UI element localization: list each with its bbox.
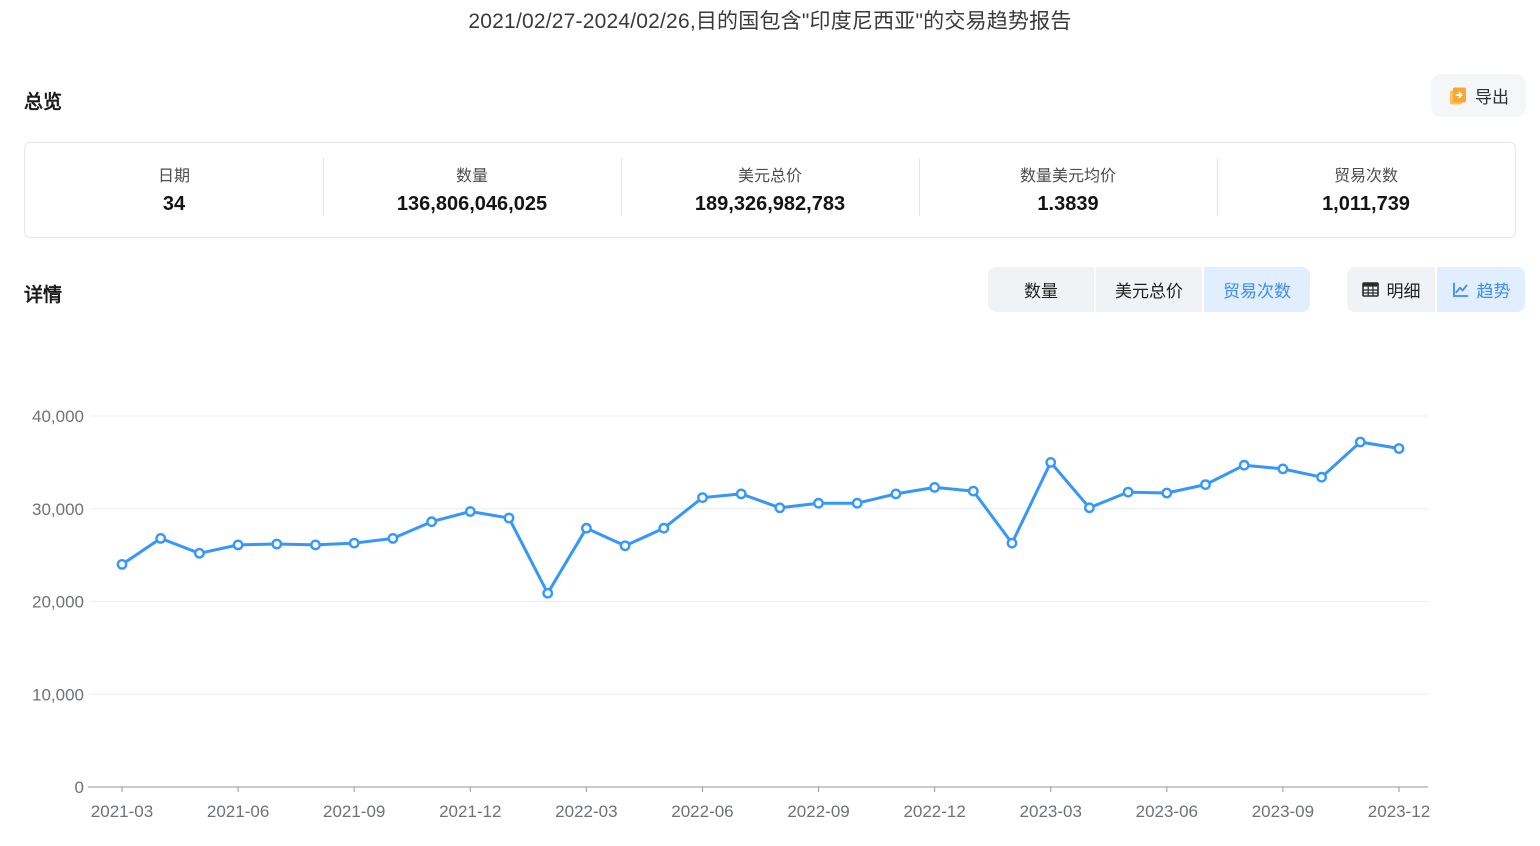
data-point[interactable] [1008, 539, 1016, 547]
view-tab-group: 明细 趋势 [1347, 267, 1525, 312]
data-point[interactable] [389, 534, 397, 542]
metric-tab-usd-total[interactable]: 美元总价 [1096, 267, 1202, 312]
data-point[interactable] [311, 541, 319, 549]
y-axis-tick-label: 10,000 [32, 685, 84, 704]
table-icon [1362, 282, 1379, 297]
stat-value: 1.3839 [919, 193, 1217, 216]
y-axis-tick-label: 30,000 [32, 500, 84, 519]
x-axis-tick-label: 2021-12 [439, 802, 501, 821]
data-point[interactable] [930, 483, 938, 491]
data-point[interactable] [350, 539, 358, 547]
metric-tab-trade-count[interactable]: 贸易次数 [1204, 267, 1310, 312]
y-axis-tick-label: 40,000 [32, 407, 84, 426]
data-point[interactable] [853, 499, 861, 507]
details-section-title: 详情 [24, 280, 62, 307]
metric-tab-group: 数量 美元总价 贸易次数 [988, 267, 1310, 312]
data-point[interactable] [1395, 444, 1403, 452]
stat-cell: 贸易次数 1,011,739 [1217, 143, 1515, 237]
export-button[interactable]: 导出 [1431, 74, 1526, 117]
metric-tab-label: 美元总价 [1115, 277, 1183, 302]
stat-cell: 日期 34 [25, 143, 323, 237]
stat-label: 日期 [25, 162, 323, 186]
y-axis-tick-label: 20,000 [32, 593, 84, 612]
x-axis-tick-label: 2021-03 [91, 802, 153, 821]
overview-section-title: 总览 [24, 87, 62, 114]
data-point[interactable] [1279, 465, 1287, 473]
metric-tab-quantity[interactable]: 数量 [988, 267, 1094, 312]
data-point[interactable] [582, 524, 590, 532]
data-point[interactable] [1240, 461, 1248, 469]
x-axis-tick-label: 2022-06 [671, 802, 733, 821]
trend-report-page: 2021/02/27-2024/02/26,目的国包含"印度尼西亚"的交易趋势报… [0, 0, 1540, 846]
stat-label: 美元总价 [621, 162, 919, 186]
trend-series-line [122, 442, 1399, 593]
data-point[interactable] [466, 507, 474, 515]
data-point[interactable] [698, 493, 706, 501]
data-point[interactable] [1201, 480, 1209, 488]
trend-chart-svg: 0 10,000 20,000 30,000 40,000 2021-03 2021-06 2… [0, 330, 1540, 846]
x-axis-tick-label: 2023-12 [1368, 802, 1430, 821]
data-point[interactable] [1356, 438, 1364, 446]
overview-stats-card: 日期 34数量 136,806,046,025美元总价 189,326,982,783… [24, 142, 1516, 238]
view-tab-label: 趋势 [1477, 277, 1511, 302]
metric-tab-label: 数量 [1024, 277, 1058, 302]
data-point[interactable] [544, 589, 552, 597]
trend-line-chart[interactable]: 0 10,000 20,000 30,000 40,000 2021-03 2021-06 2… [0, 330, 1540, 846]
x-axis-tick-label: 2022-09 [787, 802, 849, 821]
data-point[interactable] [1124, 488, 1132, 496]
x-axis-tick-label: 2021-09 [323, 802, 385, 821]
data-point[interactable] [195, 549, 203, 557]
export-button-label: 导出 [1475, 83, 1509, 108]
stat-label: 数量 [323, 162, 621, 186]
stat-value: 136,806,046,025 [323, 193, 621, 216]
stat-value: 34 [25, 193, 323, 216]
data-point[interactable] [157, 534, 165, 542]
metric-tab-label: 贸易次数 [1223, 277, 1291, 302]
view-tab-label: 明细 [1387, 277, 1421, 302]
data-point[interactable] [118, 560, 126, 568]
x-axis-tick-label: 2022-03 [555, 802, 617, 821]
stat-cell: 美元总价 189,326,982,783 [621, 143, 919, 237]
x-axis-tick-label: 2021-06 [207, 802, 269, 821]
trend-line-icon [1452, 282, 1469, 298]
data-point[interactable] [234, 541, 242, 549]
x-axis-tick-label: 2022-12 [903, 802, 965, 821]
export-doc-icon [1448, 86, 1468, 106]
stat-cell: 数量 136,806,046,025 [323, 143, 621, 237]
data-point[interactable] [892, 490, 900, 498]
stat-cell: 数量美元均价 1.3839 [919, 143, 1217, 237]
x-axis-tick-label: 2023-06 [1136, 802, 1198, 821]
data-point[interactable] [621, 542, 629, 550]
data-point[interactable] [1163, 489, 1171, 497]
x-axis-tick-label: 2023-09 [1252, 802, 1314, 821]
stat-label: 数量美元均价 [919, 162, 1217, 186]
data-point[interactable] [273, 540, 281, 548]
stat-value: 1,011,739 [1217, 193, 1515, 216]
stat-value: 189,326,982,783 [621, 193, 919, 216]
data-point[interactable] [969, 487, 977, 495]
data-point[interactable] [814, 499, 822, 507]
data-point[interactable] [737, 490, 745, 498]
y-axis-tick-label: 0 [75, 778, 84, 797]
view-tab-trend[interactable]: 趋势 [1437, 267, 1525, 312]
stat-label: 贸易次数 [1217, 162, 1515, 186]
data-point[interactable] [1047, 458, 1055, 466]
data-point[interactable] [776, 504, 784, 512]
data-point[interactable] [427, 518, 435, 526]
data-point[interactable] [1085, 504, 1093, 512]
view-tab-detail[interactable]: 明细 [1347, 267, 1435, 312]
page-title: 2021/02/27-2024/02/26,目的国包含"印度尼西亚"的交易趋势报… [0, 5, 1540, 35]
data-point[interactable] [1317, 473, 1325, 481]
x-axis-tick-label: 2023-03 [1020, 802, 1082, 821]
data-point[interactable] [660, 524, 668, 532]
data-point[interactable] [505, 514, 513, 522]
